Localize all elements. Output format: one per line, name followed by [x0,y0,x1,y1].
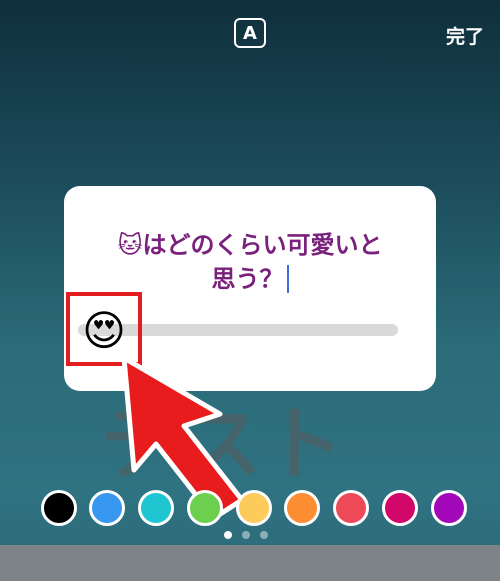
bottom-bar [0,545,500,581]
color-swatch[interactable] [187,490,223,526]
color-swatch[interactable] [236,490,272,526]
text-style-button[interactable]: A [234,18,266,48]
color-swatch[interactable] [41,490,77,526]
question-line-2: 思う？ [64,262,436,296]
slider-question[interactable]: 🐱はどのくらい可愛いと 思う？ [64,228,436,296]
palette-page-indicator [224,531,268,541]
page-dot[interactable] [242,531,250,539]
story-editor-screen: テスト A 完了 🐱はどのくらい可愛いと 思う？ 😍 [0,0,500,581]
done-button[interactable]: 完了 [446,22,484,49]
question-line-2-text: 思う？ [211,265,284,293]
color-swatch[interactable] [138,490,174,526]
color-palette [0,490,500,526]
color-swatch[interactable] [284,490,320,526]
page-dot[interactable] [260,531,268,539]
question-line-1: 🐱はどのくらい可愛いと [117,231,383,259]
color-swatch[interactable] [431,490,467,526]
color-swatch[interactable] [89,490,125,526]
color-swatch[interactable] [382,490,418,526]
text-caret [286,265,289,293]
page-dot[interactable] [224,531,232,539]
color-swatch[interactable] [333,490,369,526]
